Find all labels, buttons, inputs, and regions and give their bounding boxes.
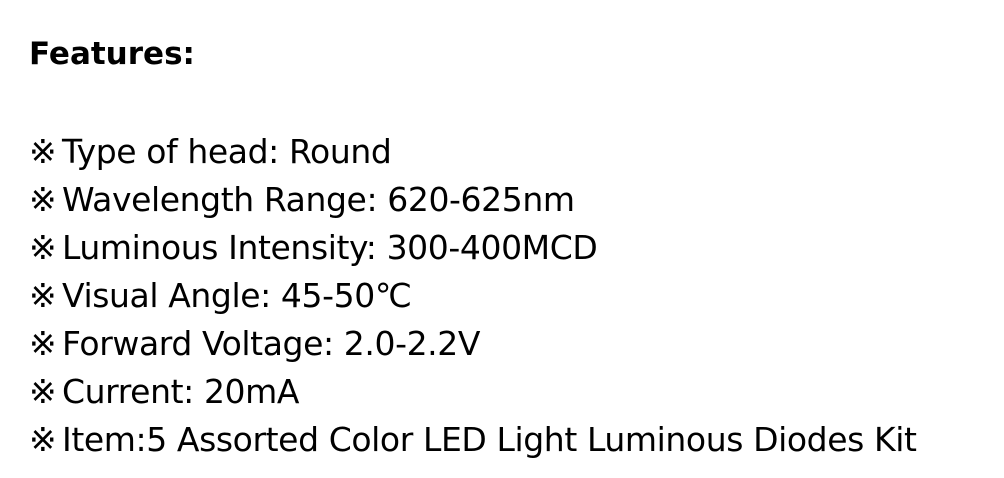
feature-text: Wavelength Range: 620-625nm (62, 180, 575, 219)
reference-mark-icon: ※ (29, 228, 57, 267)
feature-item-wavelength: ※ Wavelength Range: 620-625nm (29, 176, 917, 224)
features-list: ※ Type of head: Round ※ Wavelength Range: … (29, 128, 917, 464)
feature-text: Forward Voltage: 2.0-2.2V (62, 324, 481, 363)
feature-item-kit: ※ Item:5 Assorted Color LED Light Luminou… (29, 416, 917, 464)
reference-mark-icon: ※ (29, 276, 57, 315)
reference-mark-icon: ※ (29, 372, 57, 411)
reference-mark-icon: ※ (29, 180, 57, 219)
feature-item-head-type: ※ Type of head: Round (29, 128, 917, 176)
feature-item-current: ※ Current: 20mA (29, 368, 917, 416)
feature-text: Item:5 Assorted Color LED Light Luminous… (62, 420, 917, 459)
features-heading: Features: (29, 36, 195, 72)
feature-text: Visual Angle: 45-50℃ (62, 276, 412, 315)
reference-mark-icon: ※ (29, 420, 57, 459)
product-description: Features: ※ Type of head: Round ※ Waveleng… (0, 0, 1004, 478)
feature-text: Type of head: Round (62, 132, 392, 171)
reference-mark-icon: ※ (29, 324, 57, 363)
feature-text: Luminous Intensity: 300-400MCD (62, 228, 598, 267)
feature-item-visual-angle: ※ Visual Angle: 45-50℃ (29, 272, 917, 320)
reference-mark-icon: ※ (29, 132, 57, 171)
feature-text: Current: 20mA (62, 372, 300, 411)
feature-item-luminous-intensity: ※ Luminous Intensity: 300-400MCD (29, 224, 917, 272)
feature-item-forward-voltage: ※ Forward Voltage: 2.0-2.2V (29, 320, 917, 368)
